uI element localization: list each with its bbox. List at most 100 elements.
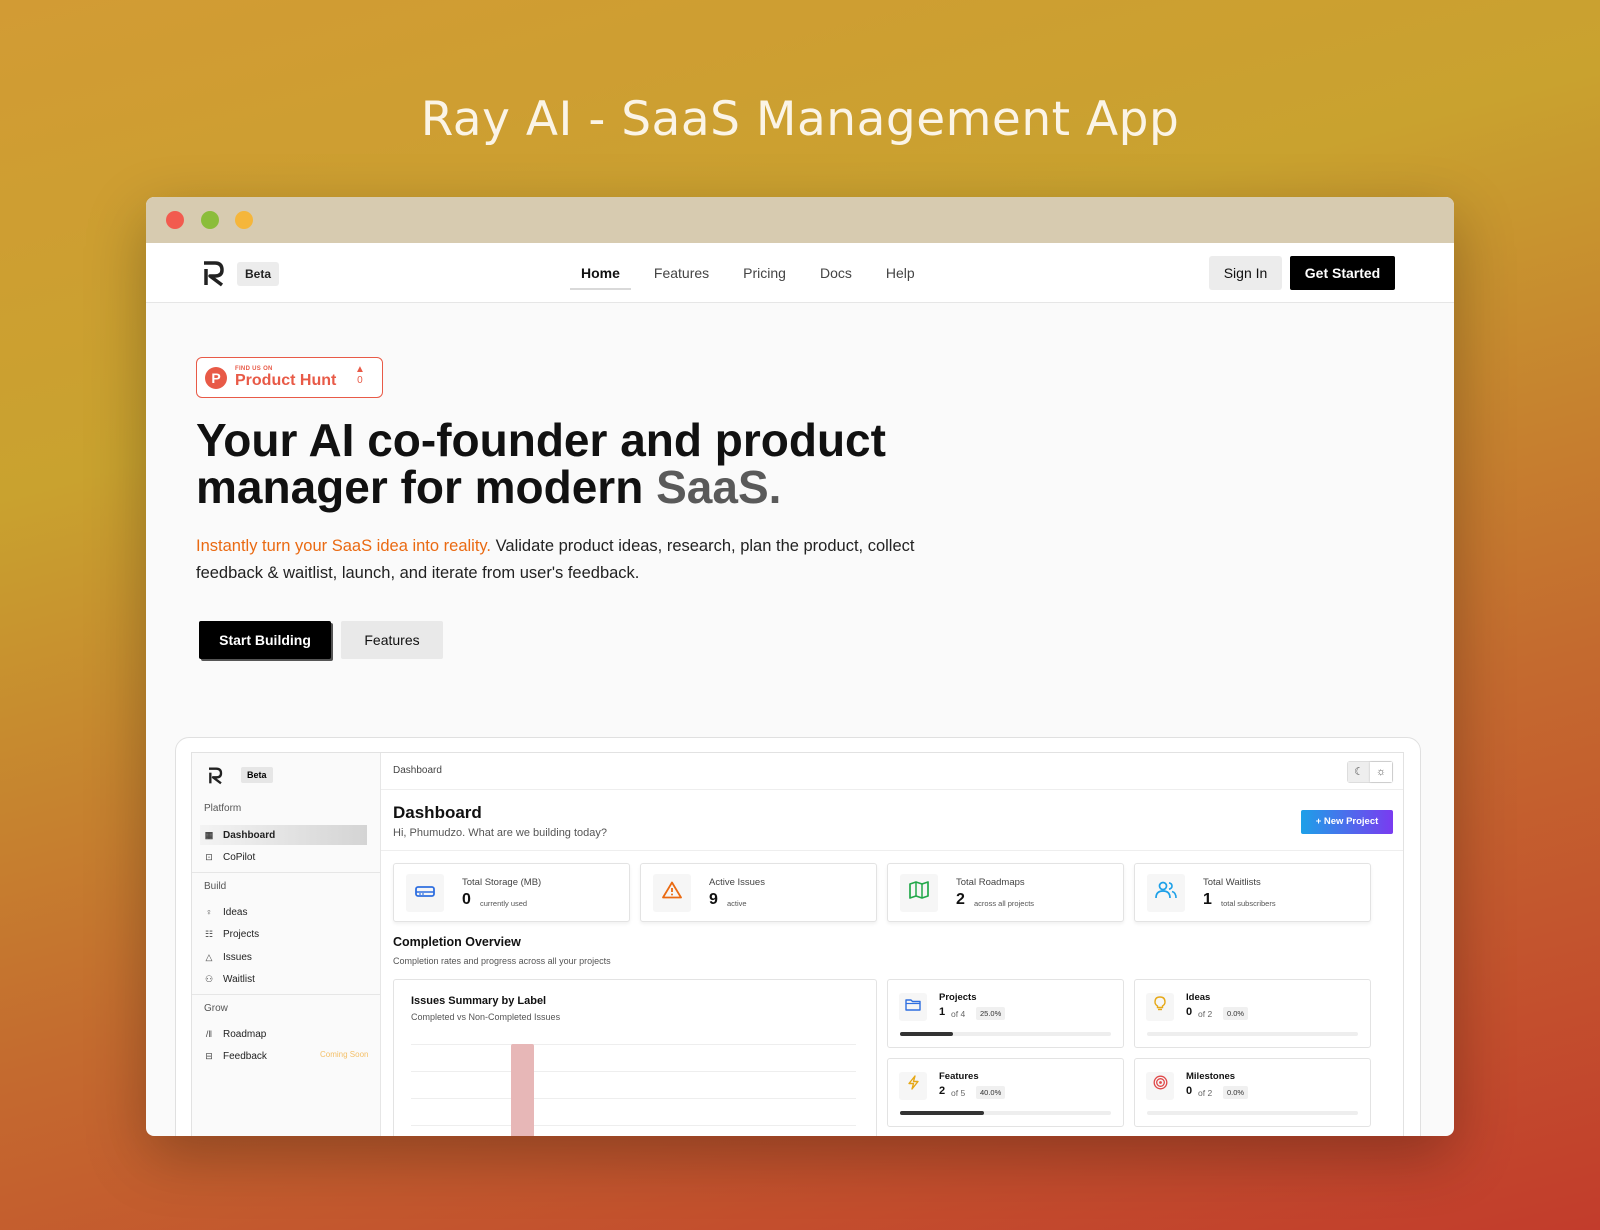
beta-badge: Beta [241,767,273,783]
mini-card-value: 2 [939,1085,946,1097]
progress-fill [900,1111,985,1115]
stat-card-issues[interactable]: Active Issues 9 active [640,863,877,922]
sidebar-item-roadmap[interactable]: /‖ Roadmap [204,1024,266,1044]
sidebar-item-projects[interactable]: ☷ Projects [204,924,259,944]
chart-gridline [411,1044,856,1045]
sun-icon[interactable]: ☼ [1370,762,1392,782]
nav-home[interactable]: Home [564,243,637,303]
close-window-button[interactable] [166,211,184,229]
maximize-window-button[interactable] [201,211,219,229]
moon-icon[interactable]: ☾ [1348,762,1370,782]
sidebar-item-label: Projects [223,928,260,940]
sidebar-item-label: Ideas [223,906,248,918]
progress-fill [900,1032,953,1036]
issues-card-subtitle: Completed vs Non-Completed Issues [411,1012,561,1022]
mini-card-value: 0 [1186,1006,1193,1018]
sidebar-item-ideas[interactable]: ♀ Ideas [204,902,248,922]
stat-value: 1 [1203,891,1212,908]
lightning-icon [899,1072,927,1100]
sign-in-button[interactable]: Sign In [1209,256,1282,290]
page-subtitle: Hi, Phumudzo. What are we building today… [393,827,608,839]
users-icon: ⚇ [204,974,214,984]
hero-title-highlight: SaaS. [656,461,782,513]
mini-card-percent: 0.0% [1223,1086,1249,1099]
product-hunt-name: Product Hunt [235,372,337,389]
ray-logo-icon[interactable] [207,767,223,785]
mini-card-projects[interactable]: Projects 1 of 4 25.0% [887,979,1124,1048]
progress-track [1147,1111,1358,1115]
mini-card-of: of 2 [1198,1009,1213,1019]
nav-pricing[interactable]: Pricing [726,243,803,303]
warning-icon: △ [205,952,213,962]
page-headline: Ray AI - SaaS Management App [420,92,1180,147]
mini-card-label: Milestones [1186,1071,1236,1082]
ray-logo-icon[interactable] [201,261,225,287]
features-button[interactable]: Features [341,621,443,659]
mini-card-value: 0 [1186,1085,1193,1097]
sidebar-item-label: CoPilot [223,851,256,863]
map-icon [900,874,938,912]
mini-card-features[interactable]: Features 2 of 5 40.0% [887,1058,1124,1127]
nav-docs[interactable]: Docs [803,243,869,303]
progress-track [900,1032,1111,1036]
mini-card-of: of 5 [951,1088,966,1098]
theme-toggle[interactable]: ☾ ☼ [1347,761,1393,783]
target-icon [1146,1072,1174,1100]
grid-icon: ▦ [204,830,214,840]
nav-help[interactable]: Help [869,243,932,303]
sidebar-section-platform: Platform [204,803,242,814]
stat-label: Total Waitlists [1203,877,1261,888]
chart-gridline [411,1071,856,1072]
upvote-count: ▲ 0 [355,364,365,386]
progress-track [900,1111,1111,1115]
stat-card-storage[interactable]: Total Storage (MB) 0 currently used [393,863,630,922]
page-title: Dashboard [393,803,482,822]
storage-icon [406,874,444,912]
minimize-window-button[interactable] [235,211,253,229]
app-sidebar: Beta Platform ▦ Dashboard ⊡ CoPilot Build … [192,753,381,1136]
start-building-button[interactable]: Start Building [199,621,331,659]
sidebar-item-issues[interactable]: △ Issues [204,947,252,967]
top-navigation: Beta Home Features Pricing Docs Help Sig… [146,243,1454,303]
stat-label: Active Issues [709,877,765,888]
completion-overview-title: Completion Overview [393,935,521,949]
mini-card-of: of 4 [951,1009,966,1019]
stat-card-roadmaps[interactable]: Total Roadmaps 2 across all projects [887,863,1124,922]
sidebar-item-waitlist[interactable]: ⚇ Waitlist [204,969,255,989]
stat-value: 9 [709,891,718,908]
sidebar-item-feedback[interactable]: ⊟ Feedback Coming Soon [204,1046,371,1066]
mini-card-label: Projects [939,992,977,1003]
new-project-button[interactable]: + New Project [1301,810,1393,834]
stat-caption: across all projects [974,899,1035,908]
nav-features[interactable]: Features [637,243,726,303]
product-hunt-icon: P [205,367,227,389]
upvote-arrow-icon: ▲ [355,364,365,375]
hero-subtitle: Instantly turn your SaaS idea into reali… [196,533,956,587]
sidebar-section-build: Build [204,881,227,892]
lightbulb-icon [1146,993,1174,1021]
app-main: Dashboard ☾ ☼ Dashboard Hi, Phumudzo. Wh… [381,753,1403,1136]
mini-card-ideas[interactable]: Ideas 0 of 2 0.0% [1134,979,1371,1048]
coming-soon-badge: Coming Soon [320,1050,369,1059]
mini-card-percent: 0.0% [1223,1007,1249,1020]
chart-bar[interactable] [511,1044,534,1136]
mini-card-label: Features [939,1071,979,1082]
chart-gridline [411,1125,856,1126]
sidebar-section-grow: Grow [204,1003,228,1014]
inbox-icon: ⊟ [205,1051,213,1061]
sidebar-item-dashboard[interactable]: ▦ Dashboard [200,825,367,845]
product-hunt-badge[interactable]: P FIND US ON Product Hunt ▲ 0 [196,357,383,398]
mini-card-milestones[interactable]: Milestones 0 of 2 0.0% [1134,1058,1371,1127]
stat-card-waitlists[interactable]: Total Waitlists 1 total subscribers [1134,863,1371,922]
sidebar-item-copilot[interactable]: ⊡ CoPilot [204,847,255,867]
breadcrumb[interactable]: Dashboard [393,765,442,776]
stat-caption: total subscribers [1221,899,1276,908]
progress-track [1147,1032,1358,1036]
hero-title-line1: Your AI co-founder and product [196,414,886,466]
get-started-button[interactable]: Get Started [1290,256,1395,290]
app-preview: Beta Platform ▦ Dashboard ⊡ CoPilot Build … [191,752,1404,1136]
hero-subtitle-accent: Instantly turn your SaaS idea into reali… [196,537,492,555]
stat-label: Total Storage (MB) [462,877,542,888]
divider [381,850,1403,851]
stat-caption: currently used [480,899,528,908]
